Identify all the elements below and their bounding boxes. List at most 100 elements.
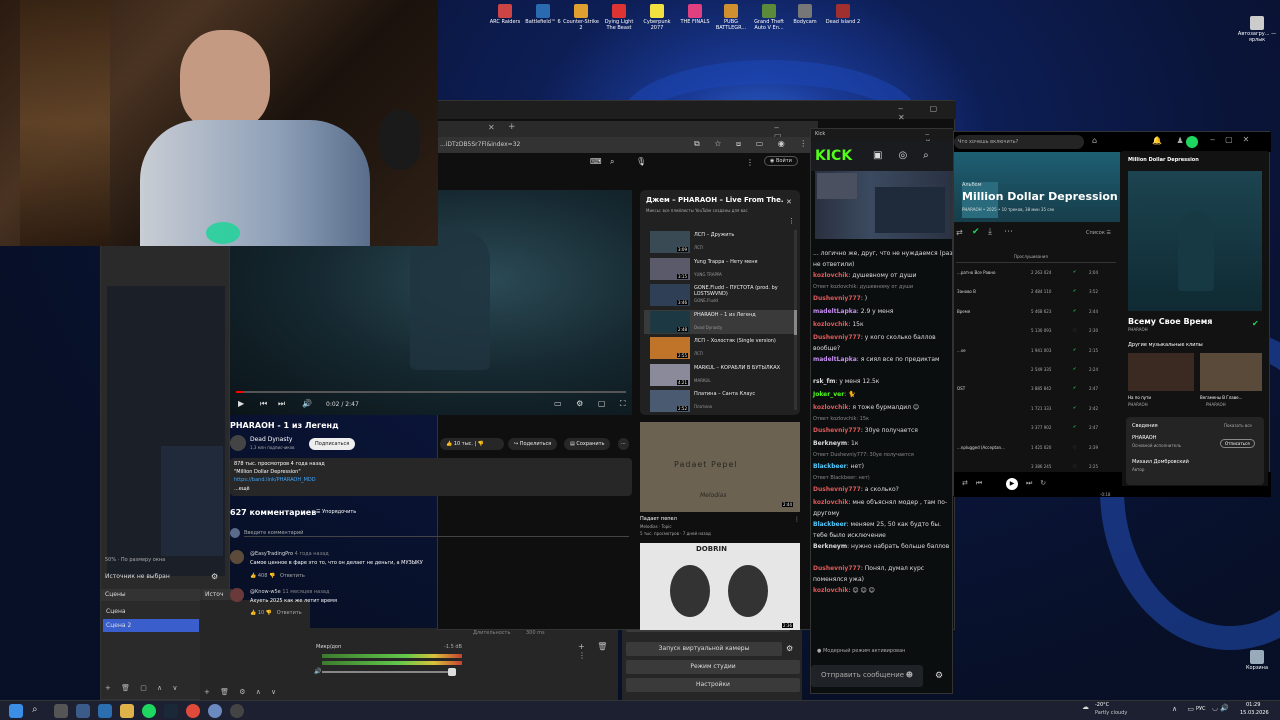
download-icon[interactable]: ⤓ [988,227,992,237]
track-row[interactable]: Время 5 468 623 ✔ 2:44 [955,307,1105,326]
rec-channel[interactable]: Melodias · Topic [640,524,672,529]
spotify-icon[interactable] [142,704,156,718]
unfollow-button[interactable]: Отписаться [1220,439,1255,448]
sign-in-button[interactable]: ◉ Войти [764,156,798,166]
clip-thumbnail-2[interactable] [1200,353,1262,391]
chat-username[interactable]: kozlovchik [813,272,848,279]
sort-button[interactable]: ☰ Упорядочить [316,509,356,515]
desc-link[interactable]: https://band.link/PHARAOH_MDD [234,477,316,483]
next-icon[interactable]: ⏭ [278,399,285,409]
chat-username[interactable]: kozlovchik [813,404,848,411]
address-bar[interactable]: ...iDTzDB5Sr7Fl&index=32 ⧉ ☆ ⧈ ▭ ◉ ⋮ [438,137,818,153]
saved-icon[interactable]: ○ [1073,444,1077,449]
chat-username[interactable]: kozlovchik [813,499,848,506]
playlist-item[interactable]: 3:09 ЛСП – Дружить ЛСП [644,230,794,254]
show-all-link[interactable]: Показать все [1224,423,1252,428]
clip2-artist[interactable]: PHARAOH [1206,402,1226,407]
chat-username[interactable]: kozlovchik [813,587,848,594]
obs-scene-2[interactable]: Сцена 2 [103,619,199,632]
steam-icon[interactable] [164,704,178,718]
video-description[interactable]: 878 тыс. просмотров 4 года назад "Millio… [230,458,632,496]
chat-username[interactable]: Berkneym [813,543,847,550]
desktop-icon[interactable]: Bodycam [786,2,824,25]
chat-username[interactable]: Dushevniy777 [813,334,861,341]
saved-icon[interactable]: ✔ [1073,269,1076,274]
gear-icon[interactable]: ⚙ [935,671,943,681]
track-row[interactable]: 1 721 333 ✔ 2:42 [955,404,1105,423]
desktop-icon[interactable]: Dead Island 2 [824,2,862,25]
obs-icon[interactable] [230,704,244,718]
saved-icon[interactable]: ✔ [972,227,980,237]
more-icon[interactable]: ⋮ [788,217,795,225]
saved-icon[interactable]: ○ [1073,327,1077,332]
track-row[interactable]: 5 130 093 ○ 2:30 [955,326,1105,345]
now-playing-artist[interactable]: PHARAOH [1128,327,1148,332]
comment-actions[interactable]: 👍 408 👎 Ответить [250,573,305,579]
obs-mixer-controls[interactable]: + 🗑 ⋮ [578,642,618,660]
playlist-item[interactable]: 2:48 PHARAOH – 1 из Легенд Dead Dynasty [644,309,794,334]
save-button[interactable]: ▤ Сохранить [564,438,611,450]
obs-zoom[interactable]: 50% · По размеру окна [105,557,165,563]
obs-scene-controls[interactable]: + 🗑 ▢ ∧ ∨ [105,684,182,692]
kick-logo[interactable]: KICK [815,148,852,164]
playlist-item[interactable]: 3:15 Yung Trappa – Нету меня YUNG TRAPPA [644,257,794,281]
language-indicator[interactable]: РУС [1196,706,1206,712]
chat-username[interactable]: Joker_ver [813,391,844,398]
like-button[interactable]: 👍 10 тыс. | 👎 [440,438,504,450]
saved-icon[interactable]: ✔ [1073,288,1076,293]
kick-stream-preview[interactable] [815,171,952,239]
avatar[interactable] [1186,136,1198,148]
track-row[interactable]: ...ve 1 941 003 ✔ 2:15 [955,346,1105,365]
saved-icon[interactable]: ✔ [1073,366,1076,371]
saved-icon[interactable]: ✔ [1073,424,1076,429]
obs-settings-button[interactable]: Настройки [626,678,800,692]
saved-icon[interactable]: ✔ [1073,385,1076,390]
desktop-icon[interactable]: Dying Light The Beast [600,2,638,31]
chat-username[interactable]: madeltLapka [813,356,857,363]
playlist-item[interactable]: 4:21 MARKUL – КОРАБЛИ В БУТЫЛКАХ MARKUL [644,363,794,387]
track-row[interactable]: OST 3 885 842 ✔ 2:47 [955,384,1105,403]
chat-username[interactable]: Berkneym [813,440,847,447]
playlist-item[interactable]: 2:55 ЛСП – Холостяк (Single version) ЛСП [644,336,794,360]
track-row[interactable]: 3 377 902 ✔ 2:47 [955,423,1105,442]
tray-icons[interactable]: ∧ ▭ [1172,705,1198,713]
kick-send-input[interactable]: Отправить сообщение ☻ [811,665,923,687]
chat-username[interactable]: kozlovchik [813,321,848,328]
avatar[interactable] [230,588,244,602]
track-row[interactable]: ...nplugged (Acceptan... 1 425 020 ○ 2:39 [955,443,1105,462]
clip1-artist[interactable]: PHARAOH [1128,402,1148,407]
task-view-icon[interactable] [54,704,68,718]
chat-username[interactable]: Blackbeer [813,463,847,470]
window-controls[interactable]: ‒▢✕ [1210,135,1259,144]
obs-volume-slider[interactable] [322,668,456,676]
track-row[interactable]: Заново В 2 484 110 ✔ 3:52 [955,287,1105,306]
chrome-icon[interactable] [186,704,200,718]
volume-icon[interactable]: 🔊 [302,399,312,408]
chat-username[interactable]: Dushevniy777 [813,486,861,493]
window-controls[interactable]: ‒ ▢ ✕ [898,104,956,122]
speaker-icon[interactable]: 🔊 [314,668,321,675]
obs-scene-1[interactable]: Сцена [103,605,199,618]
desktop-icon[interactable]: Battlefield™ 6 [524,2,562,25]
more-icon[interactable]: ⋮ [794,516,800,523]
video-progress[interactable] [236,391,626,393]
saved-icon[interactable]: ○ [1073,463,1077,468]
channel-name[interactable]: Dead Dynasty [250,436,292,443]
gear-icon[interactable]: ⚙ [786,644,793,653]
rec-thumbnail[interactable]: Padaet Pepel Melodias 2:44 [640,422,800,512]
now-playing-title[interactable]: Всему Свое Время [1128,317,1212,326]
clip-thumbnail[interactable] [1128,353,1194,391]
chat-username[interactable]: Dushevniy777 [813,565,861,572]
mic-icon[interactable]: 🎙 [636,157,646,166]
obs-studio-mode-button[interactable]: Режим студии [626,660,800,674]
spotify-top-icons[interactable]: 🔔 ♟ [1152,136,1190,145]
browser-icon[interactable] [208,704,222,718]
browser-toolbar-icons[interactable]: ⧉ ☆ ⧈ ▭ ◉ ⋮ [694,139,813,149]
desktop-icon[interactable]: THE FINALS [676,2,714,25]
desktop-icon[interactable]: Counter-Strike 2 [562,2,600,31]
obs-source-controls[interactable]: + 🗑 ⚙ ∧ ∨ [204,688,280,696]
credit1-name[interactable]: PHARAOH [1132,435,1157,441]
shuffle-icon[interactable]: ⇄ [956,228,963,237]
play-icon[interactable]: ▶ [238,399,244,408]
previous-icon[interactable]: ⏮ [260,399,267,409]
